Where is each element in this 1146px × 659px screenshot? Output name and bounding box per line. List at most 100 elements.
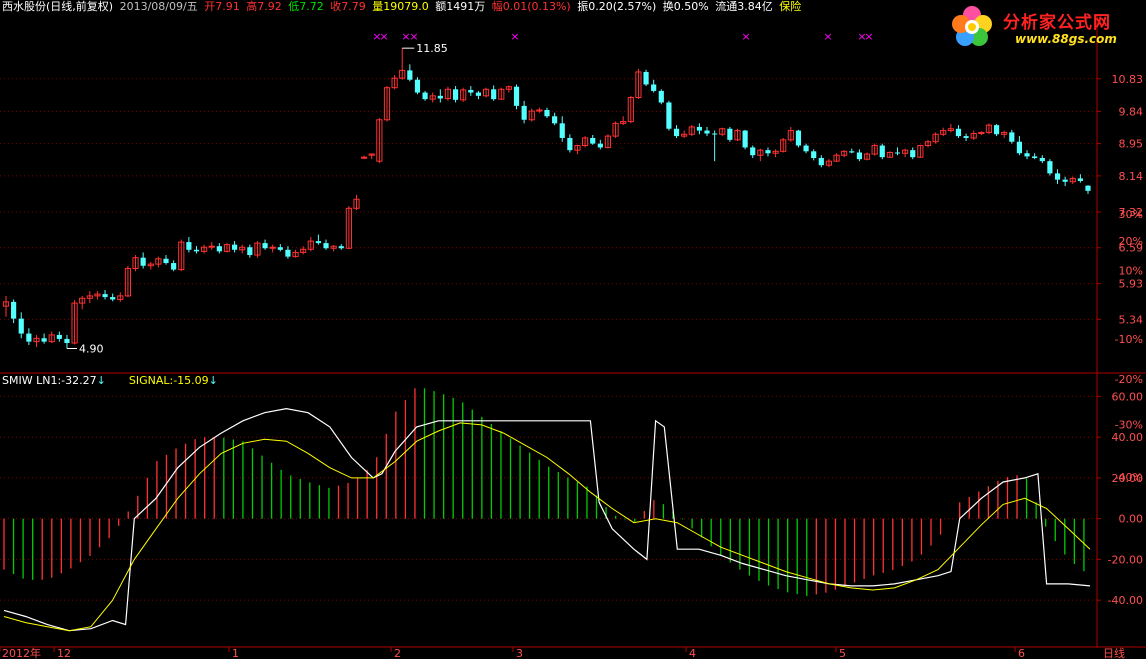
indicator-tick-label: 40.00	[1112, 431, 1144, 444]
event-marker-icon: ×	[510, 30, 519, 43]
candle-body	[452, 89, 459, 100]
candle-body	[361, 156, 368, 159]
signal-label: SIGNAL:	[128, 374, 174, 387]
candle-body	[186, 242, 192, 250]
sector-label[interactable]: 保险	[779, 0, 801, 13]
close-value: 7.79	[341, 0, 366, 13]
high-value: 7.92	[257, 0, 282, 13]
candle-body	[11, 301, 17, 319]
logo-url: www.88gs.com	[1015, 32, 1117, 46]
candle-body	[491, 89, 497, 100]
candle-body	[1085, 185, 1091, 191]
site-logo[interactable]: 分析家公式网 www.88gs.com	[945, 2, 1145, 54]
main-chart: 10.839.848.958.147.326.595.935.3430%20%1…	[0, 14, 1146, 659]
candle-body	[475, 92, 482, 96]
ln1-label: LN1:	[36, 374, 62, 387]
candle-body	[727, 128, 733, 140]
candle-body	[163, 258, 169, 264]
candle-body	[856, 152, 862, 160]
high-label: 高	[246, 0, 258, 13]
candle-body	[315, 241, 321, 244]
candle-body	[742, 130, 748, 148]
x-tick-label: 1	[232, 647, 239, 659]
candle-body	[323, 243, 329, 249]
candle-body	[803, 145, 809, 152]
period-label: (日线,前复权)	[46, 0, 114, 13]
candle-body	[1009, 132, 1015, 142]
turnover-value: 0.50%	[673, 0, 709, 13]
low-label: 低	[288, 0, 300, 13]
candle-body	[704, 130, 710, 134]
candle-body	[513, 86, 520, 106]
candle-body	[795, 130, 802, 146]
candle-body	[696, 126, 702, 131]
price-tick-label: 5.34	[1119, 313, 1144, 326]
x-tick-label: 4	[689, 647, 696, 659]
candle-body	[559, 123, 565, 138]
candle-body	[712, 133, 718, 135]
candle-body	[597, 143, 603, 148]
candle-body	[666, 102, 672, 129]
candle-body	[658, 90, 664, 103]
logo-title: 分析家公式网	[1003, 13, 1111, 33]
close-label: 收	[330, 0, 342, 13]
amplitude-label: 振	[577, 0, 589, 13]
candle-body	[102, 294, 108, 298]
indicator-tick-label: 60.00	[1112, 390, 1144, 403]
price-tick-label: 9.84	[1119, 105, 1144, 118]
percent-tick-label: -20%	[1115, 373, 1143, 386]
open-label: 开	[204, 0, 216, 13]
float-label: 流通	[715, 0, 738, 13]
open-value: 7.91	[215, 0, 240, 13]
indicator-name[interactable]: SMIW	[2, 374, 33, 387]
candle-body	[285, 249, 291, 257]
candle-body	[673, 128, 680, 137]
candle-body	[993, 125, 1000, 135]
ln1-arrow-icon: ↓	[96, 374, 106, 387]
candle-body	[521, 105, 527, 120]
percent-tick-label: 30%	[1119, 208, 1143, 221]
event-marker-icon: ×	[379, 30, 388, 43]
event-marker-icon: ×	[864, 30, 873, 43]
candle-body	[216, 246, 222, 252]
candle-body	[437, 95, 443, 99]
x-tick-label: 2012年	[2, 646, 41, 659]
volume-label: 量	[372, 0, 384, 13]
candle-body	[590, 137, 596, 144]
candle-body	[414, 79, 421, 93]
candle-body	[1062, 179, 1068, 182]
event-marker-icon: ×	[741, 30, 750, 43]
signal-value: -15.09	[173, 374, 209, 387]
candle-body	[277, 247, 283, 250]
candle-body	[1039, 157, 1045, 162]
change-value: 0.01(0.13%)	[502, 0, 571, 13]
candle-body	[765, 150, 771, 154]
candle-body	[232, 244, 238, 250]
price-tick-label: 10.83	[1112, 73, 1144, 86]
date-label: 2013/08/09/五	[119, 0, 198, 13]
float-value: 3.84亿	[737, 0, 773, 13]
candle-body	[818, 157, 824, 166]
x-tick-label: 3	[516, 647, 523, 659]
candle-body	[422, 92, 428, 100]
low-value: 7.72	[299, 0, 324, 13]
candle-body	[1032, 156, 1038, 158]
candle-body	[407, 70, 413, 80]
candle-body	[544, 109, 550, 117]
candle-body	[171, 263, 177, 270]
candle-body	[552, 116, 558, 124]
quote-header: 西水股份(日线,前复权) 2013/08/09/五 开7.91 高7.92 低7…	[2, 0, 804, 14]
candle-body	[849, 151, 855, 153]
candle-body	[750, 147, 756, 156]
candle-body	[651, 84, 657, 91]
candle-body	[955, 128, 962, 137]
candle-body	[1054, 173, 1061, 180]
high-annotation: 11.85	[416, 42, 448, 55]
percent-tick-label: 10%	[1119, 265, 1143, 278]
signal-arrow-icon: ↓	[208, 374, 218, 387]
amplitude-value: 0.20(2.57%)	[588, 0, 657, 13]
indicator-tick-label: 20.00	[1112, 472, 1144, 485]
stock-name[interactable]: 西水股份	[2, 0, 46, 13]
candle-body	[26, 333, 32, 342]
candle-body	[910, 150, 916, 158]
